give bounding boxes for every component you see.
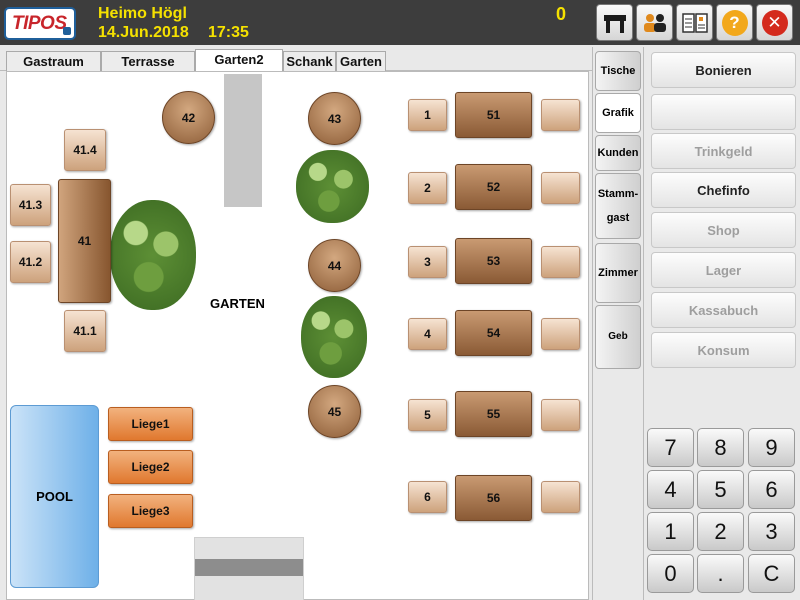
- keypad-3[interactable]: 3: [748, 512, 795, 551]
- table-43[interactable]: 43: [308, 92, 361, 145]
- table-52-2[interactable]: [541, 172, 580, 204]
- table-45[interactable]: 45: [308, 385, 361, 438]
- keypad-6[interactable]: 6: [748, 470, 795, 509]
- chefinfo-button[interactable]: Chefinfo: [651, 172, 796, 208]
- tab-terrasse[interactable]: Terrasse: [101, 51, 195, 71]
- table-51-1[interactable]: 1: [408, 99, 447, 131]
- lounger-3[interactable]: Liege3: [108, 494, 193, 528]
- mode-grafik[interactable]: Grafik: [595, 93, 641, 133]
- bonieren-button[interactable]: Bonieren: [651, 52, 796, 88]
- tree-decoration: [110, 200, 196, 310]
- table-56[interactable]: 56: [455, 475, 532, 521]
- table-41-3[interactable]: 41.3: [10, 184, 51, 226]
- walkway: [224, 74, 262, 207]
- table-53[interactable]: 53: [455, 238, 532, 284]
- table-55-2[interactable]: [541, 399, 580, 431]
- table-54[interactable]: 54: [455, 310, 532, 356]
- table-44[interactable]: 44: [308, 239, 361, 292]
- table-52[interactable]: 52: [455, 164, 532, 210]
- kassabuch-button[interactable]: Kassabuch: [651, 292, 796, 328]
- tree-decoration: [301, 296, 367, 378]
- close-icon: ✕: [761, 9, 788, 36]
- header-bar: TIPOS Heimo Högl 14.Jun.2018 17:35 0 ? ✕: [0, 0, 800, 45]
- counter-value: 0: [556, 4, 567, 24]
- mode-geb[interactable]: Geb: [595, 305, 641, 369]
- table-56-1[interactable]: 6: [408, 481, 447, 513]
- keypad-2[interactable]: 2: [697, 512, 744, 551]
- table-42[interactable]: 42: [162, 91, 215, 144]
- table-56-2[interactable]: [541, 481, 580, 513]
- table-55-1[interactable]: 5: [408, 399, 447, 431]
- pool: POOL: [10, 405, 99, 588]
- book-button[interactable]: [676, 4, 713, 41]
- table-51-2[interactable]: [541, 99, 580, 131]
- floor-plan: 41.4 41 41.3 41.2 41.1 42 43 44 45 GARTE…: [6, 71, 589, 600]
- area-tabs: Gastraum Terrasse Garten2 Schank Garten: [0, 47, 592, 72]
- current-date: 14.Jun.2018: [98, 24, 189, 41]
- konsum-button[interactable]: Konsum: [651, 332, 796, 368]
- view-mode-panel: Tische Grafik Kunden Stamm- gast Zimmer …: [592, 47, 642, 600]
- help-icon: ?: [721, 9, 748, 36]
- mode-stammgast[interactable]: Stamm- gast: [595, 173, 641, 239]
- tab-garten2[interactable]: Garten2: [195, 49, 283, 72]
- trinkgeld-button[interactable]: Trinkgeld: [651, 133, 796, 169]
- users-icon: [643, 13, 666, 32]
- table-view-button[interactable]: [596, 4, 633, 41]
- keypad-8[interactable]: 8: [697, 428, 744, 467]
- action-panel: Bonieren Trinkgeld Chefinfo Shop Lager K…: [643, 47, 800, 600]
- area-label: GARTEN: [210, 296, 265, 311]
- table-icon: [603, 14, 626, 33]
- table-51[interactable]: 51: [455, 92, 532, 138]
- tree-decoration: [296, 150, 369, 223]
- book-icon: [681, 12, 708, 33]
- table-41-2[interactable]: 41.2: [10, 241, 51, 283]
- bench-object: [194, 537, 304, 600]
- keypad-decimal[interactable]: .: [697, 554, 744, 593]
- table-41-4[interactable]: 41.4: [64, 129, 106, 171]
- help-button[interactable]: ?: [716, 4, 753, 41]
- mode-kunden[interactable]: Kunden: [595, 135, 641, 171]
- keypad-7[interactable]: 7: [647, 428, 694, 467]
- tipos-logo: TIPOS: [4, 7, 76, 40]
- current-time: 17:35: [208, 24, 249, 41]
- shop-button[interactable]: Shop: [651, 212, 796, 248]
- user-name: Heimo Högl: [98, 5, 187, 22]
- keypad-1[interactable]: 1: [647, 512, 694, 551]
- tab-garten[interactable]: Garten: [336, 51, 386, 71]
- keypad-5[interactable]: 5: [697, 470, 744, 509]
- table-41-1[interactable]: 41.1: [64, 310, 106, 352]
- empty-action-button[interactable]: [651, 94, 796, 130]
- table-53-1[interactable]: 3: [408, 246, 447, 278]
- keypad-clear[interactable]: C: [748, 554, 795, 593]
- table-55[interactable]: 55: [455, 391, 532, 437]
- table-54-2[interactable]: [541, 318, 580, 350]
- lager-button[interactable]: Lager: [651, 252, 796, 288]
- mode-tische[interactable]: Tische: [595, 51, 641, 91]
- table-41[interactable]: 41: [58, 179, 111, 303]
- close-button[interactable]: ✕: [756, 4, 793, 41]
- tab-schank[interactable]: Schank: [283, 51, 336, 71]
- table-54-1[interactable]: 4: [408, 318, 447, 350]
- mode-zimmer[interactable]: Zimmer: [595, 243, 641, 303]
- lounger-2[interactable]: Liege2: [108, 450, 193, 484]
- table-52-1[interactable]: 2: [408, 172, 447, 204]
- keypad-0[interactable]: 0: [647, 554, 694, 593]
- keypad-4[interactable]: 4: [647, 470, 694, 509]
- keypad-9[interactable]: 9: [748, 428, 795, 467]
- lounger-1[interactable]: Liege1: [108, 407, 193, 441]
- tab-gastraum[interactable]: Gastraum: [6, 51, 101, 71]
- users-button[interactable]: [636, 4, 673, 41]
- logo-text: TIPOS: [12, 13, 67, 34]
- table-53-2[interactable]: [541, 246, 580, 278]
